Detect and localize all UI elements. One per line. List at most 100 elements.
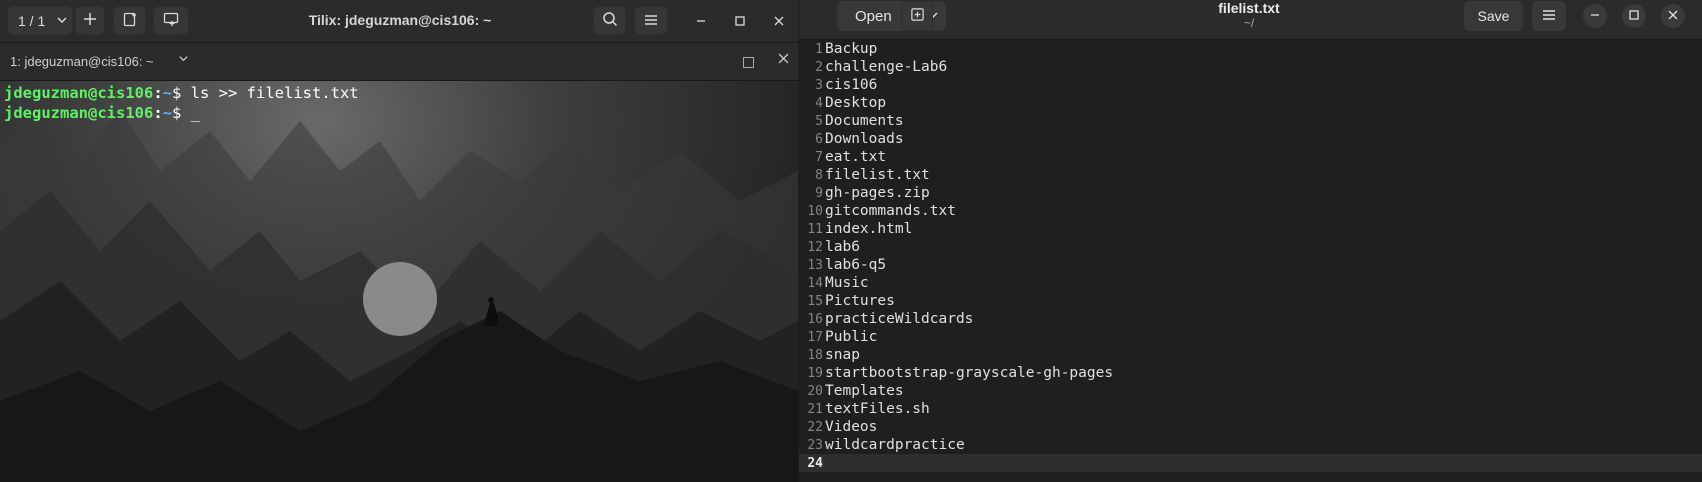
editor-line[interactable]: 10 gitcommands.txt bbox=[799, 202, 1702, 220]
terminal-line: jdeguzman@cis106:~$ ls >> filelist.txt bbox=[4, 83, 359, 103]
tilix-window: 1 / 1 Tilix: jdeguzman@cis106: ~ 1: jdeg… bbox=[0, 0, 798, 482]
gedit-close-button[interactable] bbox=[1661, 4, 1685, 28]
hamburger-icon bbox=[644, 13, 658, 29]
line-number: 8 bbox=[815, 168, 823, 183]
document-path: ~/ bbox=[1243, 16, 1255, 30]
add-terminal-right-button[interactable] bbox=[113, 6, 146, 35]
minimize-icon bbox=[696, 13, 706, 29]
line-text: textFiles.sh bbox=[825, 401, 930, 417]
hamburger-icon bbox=[1542, 8, 1556, 25]
line-text: filelist.txt bbox=[825, 167, 930, 183]
terminal-line: jdeguzman@cis106:~$ _ bbox=[4, 103, 359, 123]
editor-line[interactable]: 11 index.html bbox=[799, 220, 1702, 238]
line-text: Desktop bbox=[825, 95, 887, 111]
editor-line[interactable]: 2 challenge-Lab6 bbox=[799, 58, 1702, 76]
maximize-button[interactable] bbox=[729, 10, 751, 32]
gedit-menu-button[interactable] bbox=[1532, 1, 1566, 31]
prompt-path: ~ bbox=[162, 84, 172, 102]
editor-line[interactable]: 14 Music bbox=[799, 274, 1702, 292]
prompt-path: ~ bbox=[162, 104, 172, 122]
line-text: gitcommands.txt bbox=[825, 203, 956, 219]
line-number: 9 bbox=[815, 186, 823, 201]
line-text: eat.txt bbox=[825, 149, 887, 165]
line-number: 16 bbox=[807, 312, 823, 327]
prompt-colon: : bbox=[153, 104, 163, 122]
line-number: 14 bbox=[807, 276, 823, 291]
line-number: 13 bbox=[807, 258, 823, 273]
window-title: Tilix: jdeguzman@cis106: ~ bbox=[308, 12, 492, 28]
save-button[interactable]: Save bbox=[1464, 1, 1523, 31]
mountain-wallpaper bbox=[0, 111, 798, 482]
editor-line[interactable]: 18 snap bbox=[799, 346, 1702, 364]
editor-line[interactable]: 24 bbox=[799, 454, 1702, 472]
line-text: Music bbox=[825, 275, 869, 291]
editor-line[interactable]: 21 textFiles.sh bbox=[799, 400, 1702, 418]
line-number: 10 bbox=[807, 204, 823, 219]
gedit-minimize-button[interactable] bbox=[1583, 4, 1607, 28]
save-label: Save bbox=[1477, 8, 1510, 24]
maximize-icon bbox=[1629, 9, 1639, 23]
editor-line[interactable]: 3 cis106 bbox=[799, 76, 1702, 94]
editor-line[interactable]: 5 Documents bbox=[799, 112, 1702, 130]
line-number: 2 bbox=[815, 60, 823, 75]
line-number: 21 bbox=[807, 402, 823, 417]
editor-line[interactable]: 15 Pictures bbox=[799, 292, 1702, 310]
new-document-icon bbox=[910, 7, 925, 25]
line-number: 12 bbox=[807, 240, 823, 255]
gedit-headerbar: Open filelist.txt ~/ Save bbox=[799, 0, 1702, 40]
add-session-button[interactable] bbox=[75, 6, 105, 35]
editor-line[interactable]: 1 Backup bbox=[799, 40, 1702, 58]
add-terminal-down-button[interactable] bbox=[153, 6, 189, 35]
line-number: 17 bbox=[807, 330, 823, 345]
minimize-button[interactable] bbox=[690, 10, 712, 32]
line-text: Public bbox=[825, 329, 878, 345]
line-text: snap bbox=[825, 347, 860, 363]
session-switcher-button[interactable]: 1 / 1 bbox=[7, 6, 73, 35]
line-text: gh-pages.zip bbox=[825, 185, 930, 201]
editor-line[interactable]: 16 practiceWildcards bbox=[799, 310, 1702, 328]
editor-line[interactable]: 17 Public bbox=[799, 328, 1702, 346]
split-down-icon bbox=[162, 11, 180, 30]
close-button[interactable] bbox=[768, 10, 790, 32]
line-number: 24 bbox=[807, 456, 823, 471]
editor-line[interactable]: 6 Downloads bbox=[799, 130, 1702, 148]
line-text: wildcardpractice bbox=[825, 437, 965, 453]
line-text: Videos bbox=[825, 419, 878, 435]
editor-line[interactable]: 13 lab6-q5 bbox=[799, 256, 1702, 274]
split-right-icon bbox=[122, 11, 138, 30]
editor-line[interactable]: 4 Desktop bbox=[799, 94, 1702, 112]
line-text: practiceWildcards bbox=[825, 311, 974, 327]
editor-line[interactable]: 22 Videos bbox=[799, 418, 1702, 436]
prompt-symbol: $ bbox=[172, 84, 191, 102]
prompt-user: jdeguzman@cis106 bbox=[4, 104, 154, 122]
chevron-down-icon bbox=[56, 13, 68, 29]
line-text: Downloads bbox=[825, 131, 904, 147]
prompt-symbol: $ bbox=[172, 104, 191, 122]
gedit-maximize-button[interactable] bbox=[1622, 4, 1646, 28]
find-button[interactable] bbox=[593, 6, 626, 35]
terminal-area[interactable]: jdeguzman@cis106:~$ ls >> filelist.txt j… bbox=[0, 81, 798, 482]
text-editor[interactable]: 1 Backup 2 challenge-Lab6 3 cis106 4 Desktop 5 Do… bbox=[799, 40, 1702, 482]
new-tab-button[interactable] bbox=[901, 1, 933, 31]
editor-line[interactable]: 12 lab6 bbox=[799, 238, 1702, 256]
terminal-maximize-icon[interactable] bbox=[743, 57, 754, 68]
editor-line[interactable]: 20 Templates bbox=[799, 382, 1702, 400]
document-title: filelist.txt bbox=[1218, 0, 1280, 16]
editor-line[interactable]: 19 startbootstrap-grayscale-gh-pages bbox=[799, 364, 1702, 382]
editor-line[interactable]: 23 wildcardpractice bbox=[799, 436, 1702, 454]
line-text: challenge-Lab6 bbox=[825, 59, 948, 75]
editor-line[interactable]: 9 gh-pages.zip bbox=[799, 184, 1702, 202]
editor-line[interactable]: 8 filelist.txt bbox=[799, 166, 1702, 184]
line-number: 18 bbox=[807, 348, 823, 363]
menu-button[interactable] bbox=[634, 6, 668, 35]
terminal-title[interactable]: 1: jdeguzman@cis106: ~ bbox=[10, 54, 154, 69]
terminal-close-icon[interactable] bbox=[778, 51, 789, 68]
close-icon bbox=[1668, 9, 1678, 23]
line-text: Pictures bbox=[825, 293, 895, 309]
tilix-headerbar: 1 / 1 Tilix: jdeguzman@cis106: ~ bbox=[0, 0, 798, 43]
editor-line[interactable]: 7 eat.txt bbox=[799, 148, 1702, 166]
line-text: lab6-q5 bbox=[825, 257, 887, 273]
chevron-down-icon[interactable] bbox=[178, 53, 189, 67]
line-number: 19 bbox=[807, 366, 823, 381]
plus-icon bbox=[83, 12, 97, 29]
